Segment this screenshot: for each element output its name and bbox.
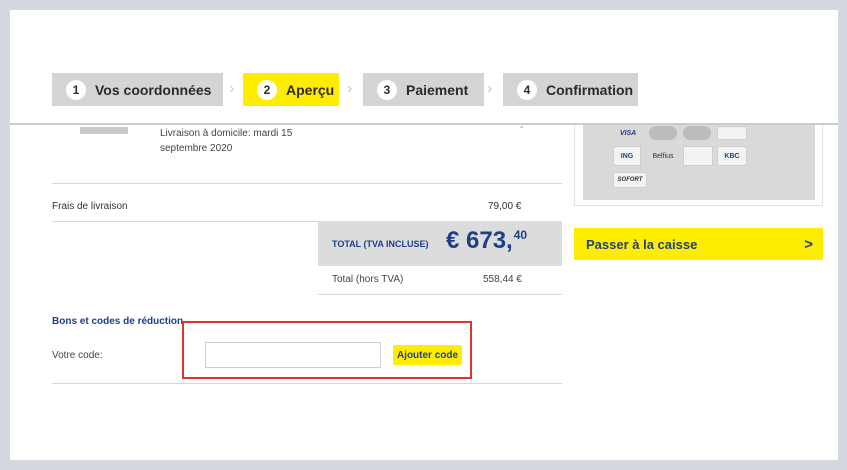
delivery-info: Livraison à domicile: mardi 15 septembre… [160, 128, 293, 154]
coupon-label: Votre code: [52, 350, 103, 361]
step-overview[interactable]: 2 Aperçu [243, 73, 339, 106]
step-number: 1 [66, 79, 86, 100]
step-number: 3 [377, 79, 397, 100]
step-label: Vos coordonnées [95, 81, 212, 98]
product-thumbnail [80, 127, 128, 134]
page: Livraison à domicile: mardi 15 septembre… [10, 10, 838, 460]
chevron-right-icon: › [487, 80, 493, 97]
total-main: € 673, [446, 227, 513, 254]
total-label: TOTAL (TVA INCLUSE) [332, 239, 429, 249]
step-number: 4 [517, 79, 537, 100]
kbc-logo: KBC [717, 146, 747, 166]
bancontact-logo [717, 126, 747, 140]
total-ht-label: Total (hors TVA) [332, 274, 404, 285]
step-label: Confirmation [546, 81, 634, 98]
total-ht-value: 558,44 € [483, 274, 522, 285]
step-label: Aperçu [286, 81, 335, 98]
chevron-right-icon: › [347, 80, 353, 97]
checkout-label: Passer à la caisse [586, 236, 698, 252]
maestro-logo [683, 126, 711, 140]
step-payment[interactable]: 3 Paiement [363, 73, 484, 106]
divider [318, 294, 562, 295]
checkout-button[interactable]: Passer à la caisse > [574, 228, 823, 260]
divider [52, 183, 562, 184]
bnp-logo [683, 146, 713, 166]
payment-logos: VISA ING Belfius KBC SOFORT [583, 118, 815, 200]
coupon-title: Bons et codes de réduction [52, 316, 184, 327]
step-number: 2 [257, 79, 277, 100]
divider [52, 221, 318, 222]
step-confirmation[interactable]: 4 Confirmation [503, 73, 638, 106]
visa-logo: VISA [619, 129, 637, 137]
checkout-steps: 1 Vos coordonnées › 2 Aperçu › 3 Paiemen… [10, 10, 838, 125]
chevron-right-icon: > [804, 235, 813, 253]
belfius-logo: Belfius [652, 152, 674, 160]
mastercard-logo [649, 126, 677, 140]
total-cents: 40 [513, 228, 528, 242]
shipping-label: Frais de livraison [52, 201, 128, 212]
coupon-code-input[interactable] [205, 342, 381, 368]
ing-logo: ING [613, 146, 641, 166]
step-contact-details[interactable]: 1 Vos coordonnées [52, 73, 223, 106]
shipping-value: 79,00 € [488, 201, 522, 212]
divider [52, 383, 562, 384]
total-box: TOTAL (TVA INCLUSE) € 673,40 [318, 221, 562, 266]
chevron-right-icon: › [229, 80, 235, 97]
step-label: Paiement [406, 81, 469, 98]
total-amount: € 673,40 [446, 227, 527, 255]
add-code-button[interactable]: Ajouter code [393, 345, 462, 365]
sofort-logo: SOFORT [613, 172, 647, 188]
